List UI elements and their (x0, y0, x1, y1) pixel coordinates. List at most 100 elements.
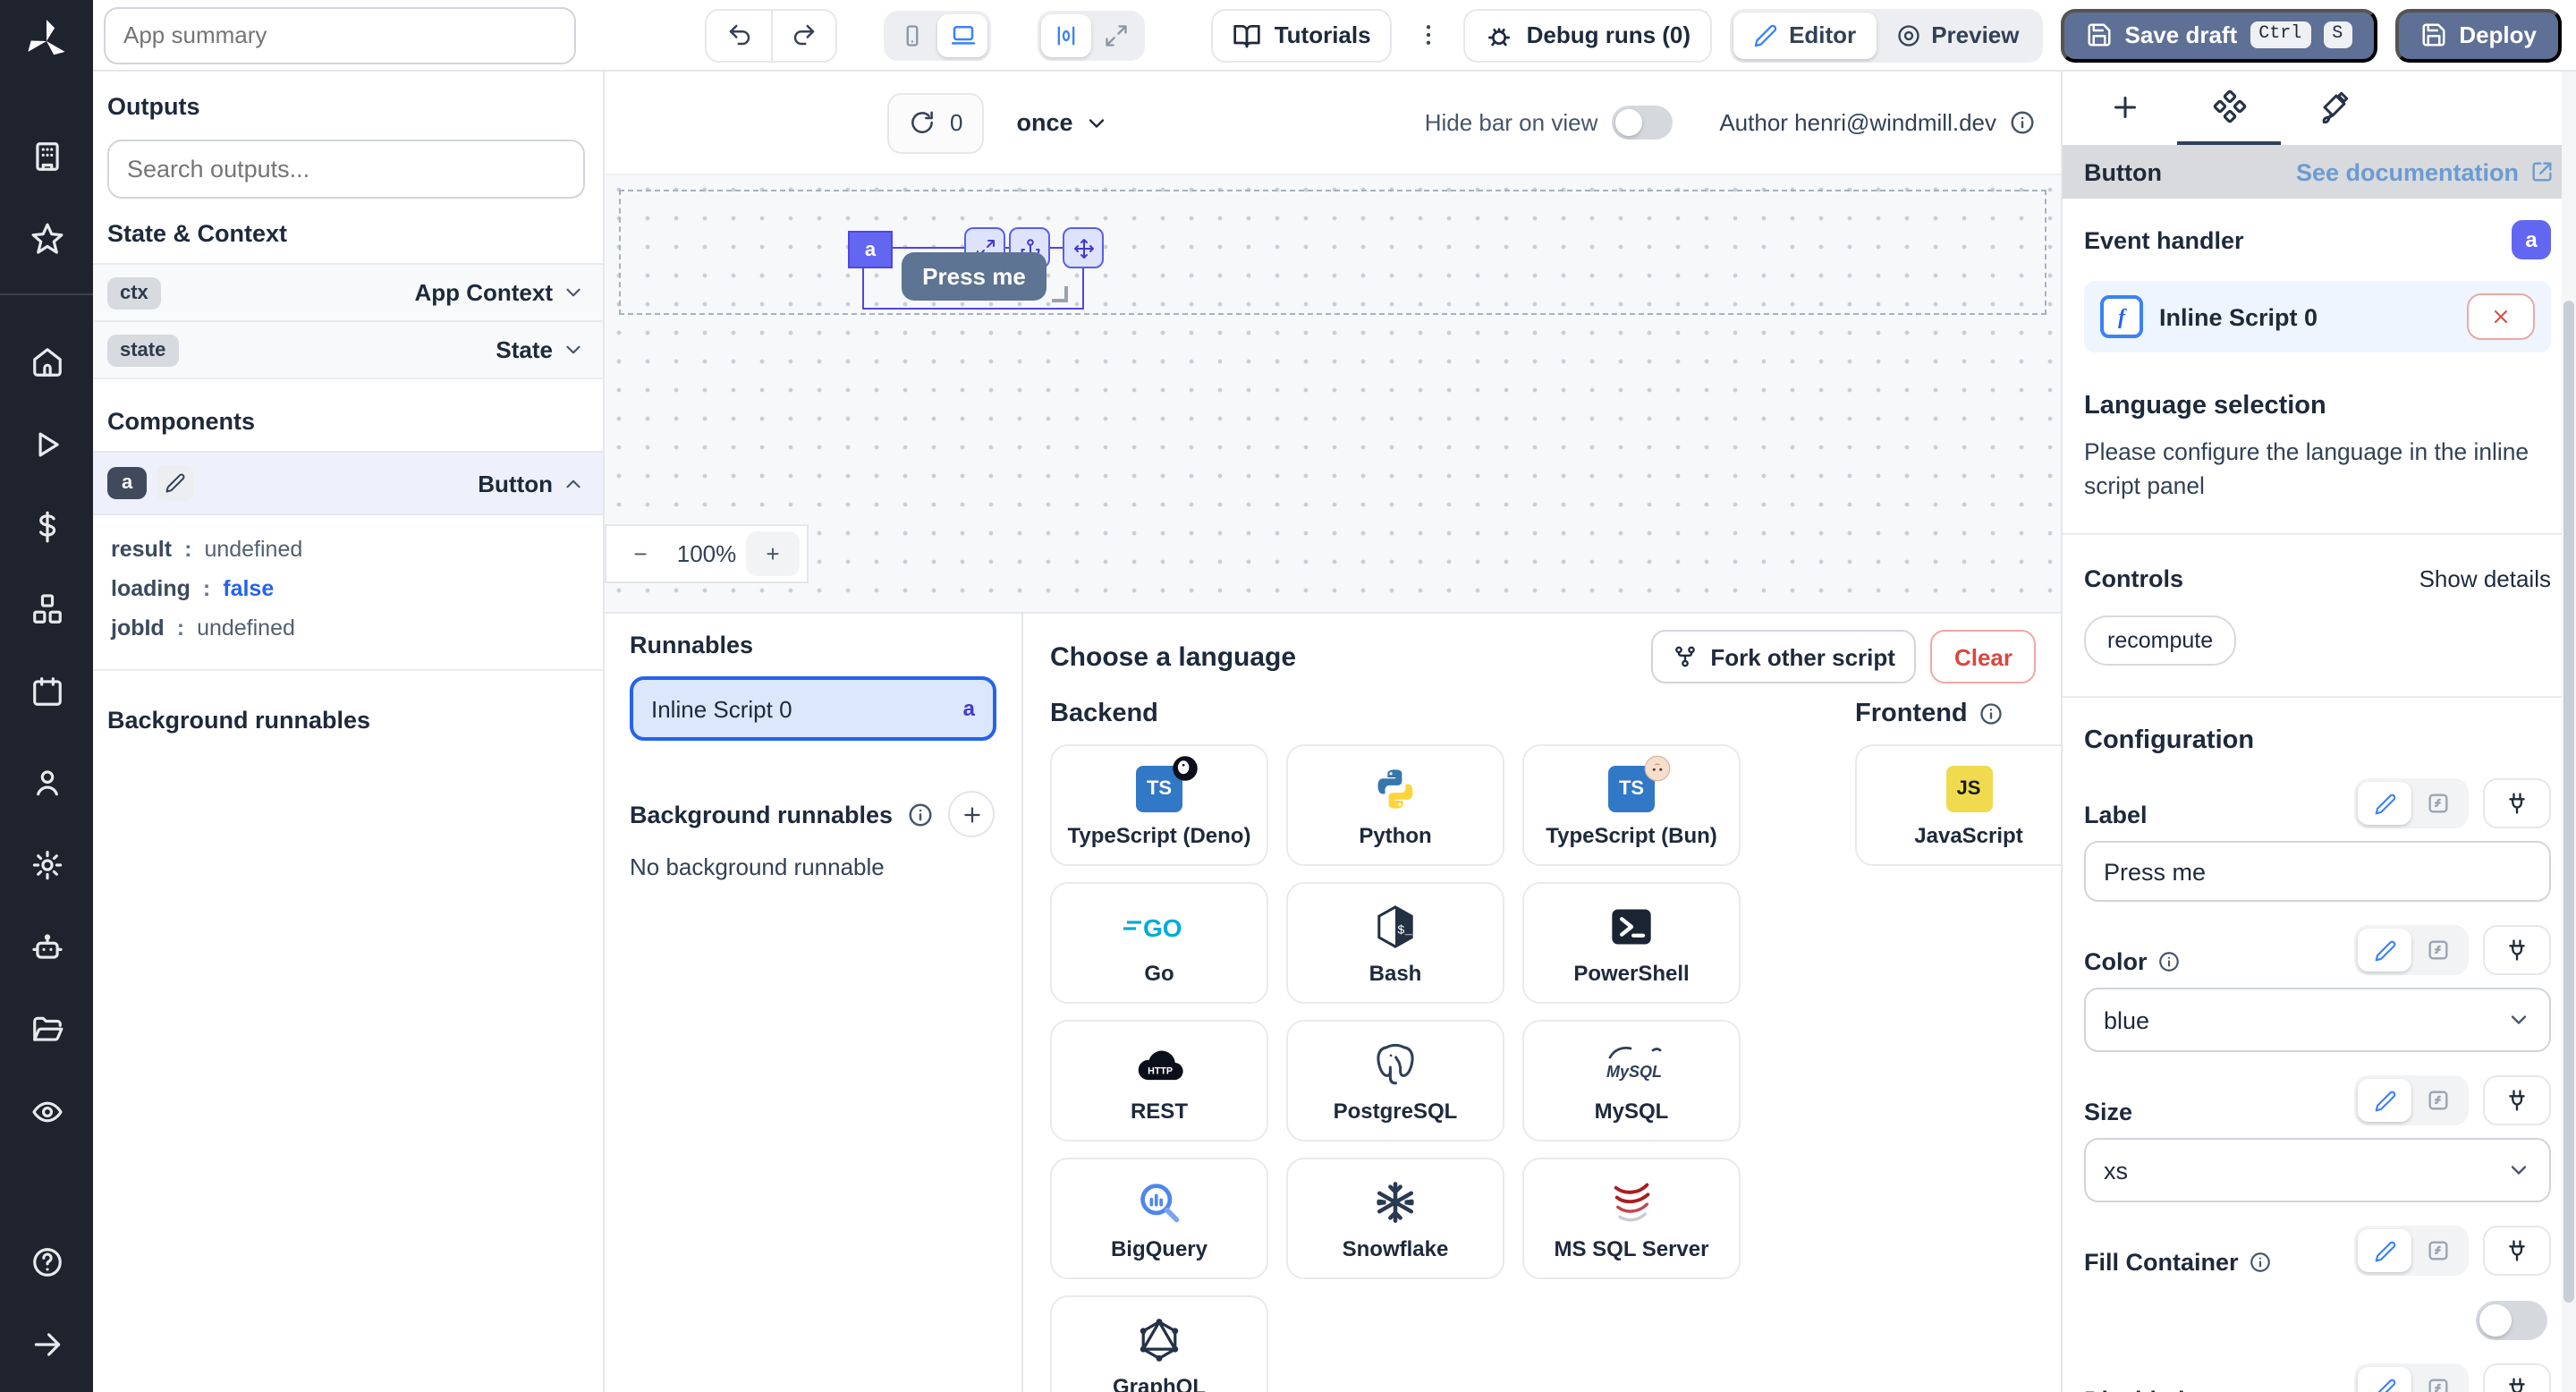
insert-component-tab[interactable] (2073, 72, 2177, 145)
size-select[interactable]: xs (2084, 1139, 2551, 1203)
save-draft-button[interactable]: Save draft Ctrl S (2061, 8, 2377, 62)
mobile-view-button[interactable] (887, 13, 937, 56)
full-width-button[interactable] (1091, 13, 1141, 56)
eval-mode-button[interactable] (2411, 929, 2465, 972)
windmill-logo-icon[interactable] (23, 18, 70, 64)
canvas-grid-container[interactable] (619, 190, 2046, 315)
remove-script-button[interactable] (2467, 293, 2535, 340)
fill-container-toggle[interactable] (2476, 1302, 2547, 1341)
language-card-typescript-deno[interactable]: TSTypeScript (Deno) (1050, 744, 1268, 866)
app-canvas[interactable]: a Press me − 100% + (605, 174, 2061, 612)
connect-plug-button[interactable] (2483, 1364, 2551, 1392)
prop-jobid[interactable]: jobId:undefined (111, 608, 585, 648)
color-select[interactable]: blue (2084, 989, 2551, 1053)
language-card-go[interactable]: GOGo (1050, 882, 1268, 1004)
home-icon[interactable] (0, 331, 93, 392)
prop-loading[interactable]: loading:false (111, 569, 585, 608)
trigger-policy-dropdown[interactable]: once (1016, 109, 1108, 136)
connect-plug-button[interactable] (2483, 926, 2551, 976)
help-icon[interactable] (0, 1231, 93, 1292)
language-card-javascript[interactable]: JSJavaScript (1855, 744, 2061, 866)
eval-mode-button[interactable] (2411, 783, 2465, 826)
static-mode-button[interactable] (2358, 1080, 2411, 1123)
favorites-star-icon[interactable] (0, 208, 93, 268)
inline-script-row[interactable]: f Inline Script 0 (2084, 281, 2551, 352)
button-component[interactable]: Press me (902, 252, 1046, 301)
schedules-calendar-icon[interactable] (0, 660, 93, 721)
resources-boxes-icon[interactable] (0, 578, 93, 639)
add-background-runnable-button[interactable] (948, 791, 995, 837)
prop-result[interactable]: result:undefined (111, 530, 585, 569)
info-icon[interactable] (2250, 1252, 2273, 1275)
preview-tab[interactable]: Preview (1876, 12, 2038, 58)
styling-tab[interactable] (2281, 72, 2385, 145)
language-card-bash[interactable]: $_Bash (1286, 882, 1504, 1004)
expand-sidebar-arrow-icon[interactable] (0, 1313, 93, 1374)
language-card-mysql[interactable]: MySQLMySQL (1522, 1020, 1741, 1142)
component-settings-tab[interactable] (2177, 72, 2281, 145)
debug-runs-button[interactable]: Debug runs (0) (1464, 8, 1712, 62)
language-card-powershell[interactable]: PowerShell (1522, 882, 1741, 1004)
runs-play-icon[interactable] (0, 413, 93, 474)
ctx-row[interactable]: ctx App Context (93, 263, 603, 322)
settings-scrollbar[interactable] (2562, 72, 2576, 1392)
fork-other-script-button[interactable]: Fork other script (1651, 630, 1917, 683)
workspace-icon[interactable] (0, 125, 93, 186)
center-content-button[interactable] (1041, 13, 1091, 56)
app-summary-input[interactable] (104, 6, 576, 64)
eval-mode-button[interactable] (2411, 1080, 2465, 1123)
move-component-handle[interactable] (1063, 227, 1104, 268)
language-card-graphql[interactable]: GraphQL (1050, 1295, 1268, 1392)
resize-handle[interactable] (1052, 286, 1068, 302)
hide-bar-toggle[interactable] (1612, 106, 1673, 140)
user-icon[interactable] (0, 751, 93, 812)
scrollbar-thumb[interactable] (2563, 301, 2574, 1303)
label-value-input[interactable] (2084, 842, 2551, 903)
folders-icon[interactable] (0, 998, 93, 1059)
workers-robot-icon[interactable] (0, 916, 93, 977)
eval-mode-button[interactable] (2411, 1368, 2465, 1392)
eval-mode-button[interactable] (2411, 1230, 2465, 1273)
audit-eye-icon[interactable] (0, 1081, 93, 1142)
static-mode-button[interactable] (2358, 929, 2411, 972)
info-icon[interactable] (1979, 701, 2004, 726)
connect-plug-button[interactable] (2483, 779, 2551, 829)
deploy-button[interactable]: Deploy (2394, 8, 2562, 62)
language-card-snowflake[interactable]: Snowflake (1286, 1158, 1504, 1279)
zoom-out-button[interactable]: − (614, 531, 667, 576)
component-row-button[interactable]: a Button (93, 451, 603, 515)
refresh-count-button[interactable]: 0 (887, 92, 984, 153)
see-documentation-link[interactable]: See documentation (2296, 158, 2555, 185)
info-icon[interactable] (907, 801, 934, 828)
connect-plug-button[interactable] (2483, 1226, 2551, 1277)
editor-tab[interactable]: Editor (1733, 12, 1876, 58)
clear-button[interactable]: Clear (1931, 630, 2036, 683)
runnable-inline-script-item[interactable]: Inline Script 0 a (630, 676, 996, 741)
more-menu-button[interactable] (1411, 21, 1446, 48)
state-row[interactable]: state State (93, 322, 603, 379)
zoom-in-button[interactable]: + (746, 531, 800, 576)
redo-button[interactable] (771, 10, 835, 60)
static-mode-button[interactable] (2358, 783, 2411, 826)
show-details-link[interactable]: Show details (2419, 566, 2551, 593)
function-square-icon (2426, 792, 2451, 817)
static-mode-button[interactable] (2358, 1230, 2411, 1273)
recompute-pill[interactable]: recompute (2084, 616, 2236, 666)
search-outputs-input[interactable] (107, 140, 585, 199)
language-card-postgresql[interactable]: PostgreSQL (1286, 1020, 1504, 1142)
undo-button[interactable] (707, 10, 771, 60)
language-card-bigquery[interactable]: BigQuery (1050, 1158, 1268, 1279)
variables-dollar-icon[interactable] (0, 496, 93, 556)
desktop-view-button[interactable] (937, 13, 987, 56)
tutorials-button[interactable]: Tutorials (1212, 8, 1393, 62)
language-card-typescript-bun[interactable]: TSTypeScript (Bun) (1522, 744, 1741, 866)
connect-plug-button[interactable] (2483, 1076, 2551, 1126)
rename-pencil-icon[interactable] (157, 465, 193, 501)
language-card-python[interactable]: Python (1286, 744, 1504, 866)
static-mode-button[interactable] (2358, 1368, 2411, 1392)
info-icon[interactable] (2158, 951, 2182, 974)
settings-gear-icon[interactable] (0, 834, 93, 895)
info-icon[interactable] (2009, 109, 2036, 136)
language-card-ms-sql-server[interactable]: MS SQL Server (1522, 1158, 1741, 1279)
language-card-rest[interactable]: HTTPREST (1050, 1020, 1268, 1142)
